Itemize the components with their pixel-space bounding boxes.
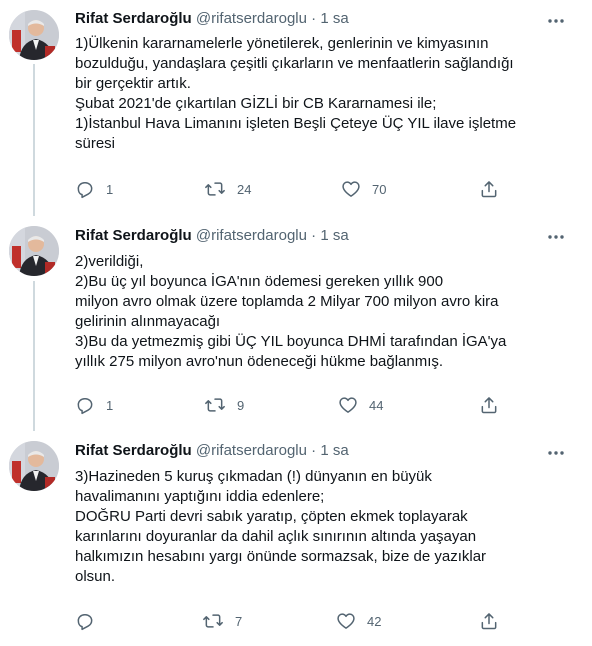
reply-count: 1 (106, 181, 114, 197)
tweet-header: Rifat Serdaroğlu @rifatserdaroglu · 1 sa (75, 9, 349, 29)
like-count: 44 (369, 397, 384, 413)
author-handle[interactable]: @rifatserdaroglu (196, 10, 307, 27)
profile-photo (9, 226, 59, 276)
timestamp[interactable]: 1 sa (320, 227, 348, 244)
avatar[interactable] (9, 10, 59, 60)
tweet-line: halkımızın hesabını yargı önünde sormazs… (75, 548, 487, 565)
share-icon (481, 181, 497, 198)
retweet-button[interactable]: 9 (204, 394, 244, 416)
avatar[interactable] (9, 226, 59, 276)
avatar[interactable] (9, 441, 59, 491)
tweet-line: 1)İstanbul Hava Limanını işleten Beşli Ç… (75, 115, 517, 132)
tweet-line: milyon avro olmak üzere toplamda 2 Milya… (75, 293, 499, 310)
tweet-line: süresi (75, 135, 116, 152)
like-count: 42 (367, 613, 382, 629)
tweet-text: 1)Ülkenin kararnamelerle yönetilerek, ge… (75, 34, 575, 154)
reply-icon (77, 614, 93, 631)
thread-line-2 (33, 281, 35, 431)
tweet-line: olsun. (75, 568, 116, 585)
profile-photo (9, 441, 59, 491)
more-button[interactable] (546, 227, 566, 247)
profile-photo (9, 10, 59, 60)
heart-icon (337, 613, 355, 629)
reply-button[interactable]: 1 (75, 394, 113, 416)
more-icon (548, 19, 564, 23)
like-button[interactable]: 44 (338, 394, 383, 416)
retweet-icon (205, 398, 225, 412)
action-bar: 7 42 (72, 610, 512, 632)
retweet-icon (203, 614, 223, 628)
tweet-line: bozulduğu, yandaşlara çeşitli çıkarların… (75, 55, 514, 72)
timestamp[interactable]: 1 sa (320, 10, 348, 27)
tweet-line: havalimanını yaptığını iddia edenlere; (75, 488, 325, 505)
retweet-button[interactable]: 7 (202, 610, 242, 632)
author-name[interactable]: Rifat Serdaroğlu (75, 442, 192, 459)
author-handle[interactable]: @rifatserdaroglu (196, 227, 307, 244)
reply-icon (77, 398, 93, 415)
retweet-icon (205, 182, 225, 196)
tweet-line: 3)Bu da yetmezmiş gibi ÜÇ YIL boyunca DH… (75, 333, 507, 350)
tweet-header: Rifat Serdaroğlu @rifatserdaroglu · 1 sa (75, 441, 349, 461)
reply-button[interactable] (75, 610, 106, 632)
like-count: 70 (372, 181, 387, 197)
tweet-text: 3)Hazineden 5 kuruş çıkmadan (!) dünyanı… (75, 467, 575, 587)
author-name[interactable]: Rifat Serdaroğlu (75, 227, 192, 244)
timestamp[interactable]: 1 sa (320, 442, 348, 459)
author-handle[interactable]: @rifatserdaroglu (196, 442, 307, 459)
share-button[interactable] (479, 178, 499, 200)
reply-button[interactable]: 1 (75, 178, 113, 200)
heart-icon (339, 397, 357, 413)
retweet-count: 9 (237, 397, 245, 413)
tweet-line: yıllık 275 milyon avro'nun ödeneceği hük… (75, 353, 444, 370)
action-bar: 1 24 70 (72, 178, 512, 200)
tweet-line: karınlarını doyuranlar da dahil açlık sı… (75, 528, 477, 545)
tweet-line: 1)Ülkenin kararnamelerle yönetilerek, ge… (75, 35, 489, 52)
retweet-count: 24 (237, 181, 252, 197)
like-button[interactable]: 70 (341, 178, 386, 200)
reply-count: 1 (106, 397, 114, 413)
retweet-count: 7 (235, 613, 243, 629)
tweet-line: bir gerçektir artık. (75, 75, 191, 92)
author-name[interactable]: Rifat Serdaroğlu (75, 10, 192, 27)
share-button[interactable] (479, 394, 499, 416)
share-icon (481, 397, 497, 414)
tweet-line: Şubat 2021'de çıkartılan GİZLİ bir CB Ka… (75, 95, 437, 112)
tweet-line: 3)Hazineden 5 kuruş çıkmadan (!) dünyanı… (75, 468, 432, 485)
tweet-text: 2)verildiği, 2)Bu üç yıl boyunca İGA'nın… (75, 252, 575, 372)
tweet-line: 2)verildiği, (75, 253, 144, 270)
tweet-header: Rifat Serdaroğlu @rifatserdaroglu · 1 sa (75, 226, 349, 246)
share-icon (481, 613, 497, 630)
thread-line-1 (33, 64, 35, 216)
heart-icon (342, 181, 360, 197)
more-button[interactable] (546, 11, 566, 31)
more-icon (548, 235, 564, 239)
separator: · (311, 10, 317, 27)
more-icon (548, 451, 564, 455)
reply-icon (77, 182, 93, 199)
tweet-line: gelirinin alınmayacağı (75, 313, 221, 330)
separator: · (311, 442, 317, 459)
tweet-line: 2)Bu üç yıl boyunca İGA'nın ödemesi gere… (75, 273, 444, 290)
like-button[interactable]: 42 (336, 610, 381, 632)
more-button[interactable] (546, 443, 566, 463)
tweet-line: DOĞRU Parti devri sabık yaratıp, çöpten … (75, 508, 468, 525)
share-button[interactable] (479, 610, 499, 632)
action-bar: 1 9 44 (72, 394, 512, 416)
separator: · (311, 227, 317, 244)
retweet-button[interactable]: 24 (204, 178, 251, 200)
